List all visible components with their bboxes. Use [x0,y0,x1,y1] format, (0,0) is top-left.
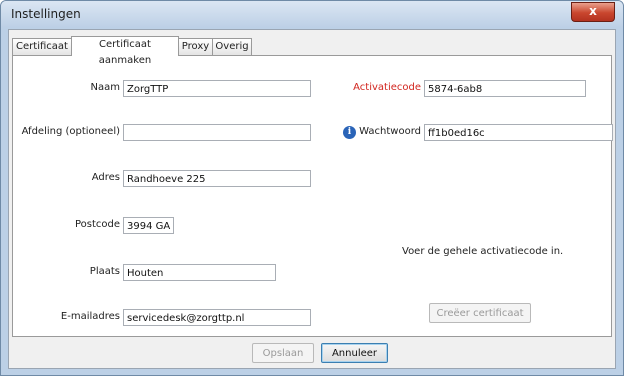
tab-proxy[interactable]: Proxy [178,38,213,55]
postcode-field[interactable]: 3994 GA [123,217,174,234]
wachtwoord-field[interactable]: ff1b0ed16c [424,124,613,141]
save-button[interactable]: Opslaan [252,343,314,363]
title-bar: Instellingen x [1,1,623,27]
naam-field[interactable]: ZorgTTP [123,80,311,97]
plaats-label: Plaats [89,266,120,277]
tab-overig[interactable]: Overig [212,38,252,55]
adres-label: Adres [91,172,120,183]
tab-certificaat[interactable]: Certificaat [12,38,72,55]
afdeling-field[interactable] [123,124,311,141]
cancel-button[interactable]: Annuleer [321,343,388,363]
close-icon: x [589,4,597,18]
activatiecode-hint: Voer de gehele activatiecode in. [402,246,564,257]
email-field[interactable]: servicedesk@zorgttp.nl [123,309,311,326]
naam-label: Naam [90,82,120,93]
window-title: Instellingen [11,7,81,21]
activatiecode-field[interactable]: 5874-6ab8 [424,80,586,97]
postcode-label: Postcode [74,219,120,230]
wachtwoord-label: Wachtwoord [359,126,421,137]
tab-panel-certificaat-aanmaken: Naam ZorgTTP Afdeling (optioneel) Adres … [12,55,613,337]
tab-certificaat-aanmaken[interactable]: Certificaat aanmaken [71,36,179,66]
afdeling-label: Afdeling (optioneel) [21,126,120,137]
email-label: E-mailadres [60,311,120,322]
dialog-body: Certificaat Certificaat aanmaken Proxy O… [8,29,616,369]
create-certificate-button[interactable]: Creëer certificaat [429,303,531,323]
settings-dialog: Instellingen x Certificaat Certificaat a… [0,0,624,376]
info-icon[interactable]: i [343,126,356,139]
plaats-field[interactable]: Houten [123,264,276,281]
activatiecode-label: Activatiecode [353,82,421,93]
adres-field[interactable]: Randhoeve 225 [123,170,311,187]
close-button[interactable]: x [571,2,615,22]
